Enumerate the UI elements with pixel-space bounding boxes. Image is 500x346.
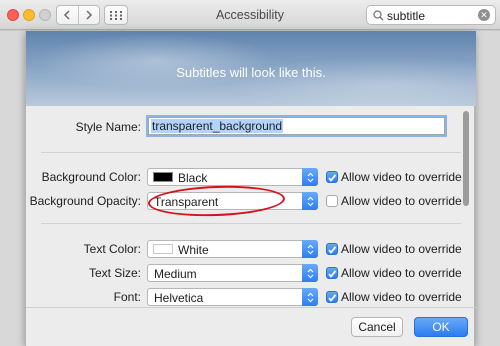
background-opacity-label: Background Opacity: (29, 194, 141, 208)
color-swatch (153, 172, 173, 182)
background-color-label: Background Color: (41, 170, 141, 184)
footer-divider (26, 307, 476, 308)
subtitle-preview: Subtitles will look like this. (26, 31, 476, 106)
popup-arrows-icon (302, 240, 318, 258)
text-color-override-label[interactable]: Allow video to override (341, 242, 462, 256)
background-opacity-popup[interactable]: Transparent (147, 192, 318, 210)
color-swatch (153, 244, 173, 254)
font-popup[interactable]: Helvetica (147, 288, 318, 306)
popup-arrows-icon (302, 168, 318, 186)
checkmark-icon (328, 246, 337, 254)
background-color-override-checkbox[interactable] (326, 171, 338, 183)
divider (41, 152, 461, 153)
font-override-checkbox[interactable] (326, 291, 338, 303)
popup-arrows-icon (302, 264, 318, 282)
text-color-value: White (178, 243, 209, 257)
text-size-override-label[interactable]: Allow video to override (341, 266, 462, 280)
font-override-label[interactable]: Allow video to override (341, 290, 462, 304)
popup-arrows-icon (302, 288, 318, 306)
background-color-popup[interactable]: Black (147, 168, 318, 186)
background-window (475, 31, 500, 346)
font-label: Font: (113, 290, 141, 304)
style-name-field[interactable]: transparent_background (148, 117, 445, 135)
style-name-label: Style Name: (75, 120, 141, 134)
background-color-override-label[interactable]: Allow video to override (341, 170, 462, 184)
text-color-override-checkbox[interactable] (326, 243, 338, 255)
text-color-label: Text Color: (83, 242, 141, 256)
text-size-value: Medium (154, 267, 197, 281)
subtitle-style-sheet: Subtitles will look like this. Style Nam… (25, 31, 476, 346)
divider (41, 223, 461, 224)
background-opacity-override-checkbox[interactable] (326, 195, 338, 207)
clear-search-icon[interactable]: ✕ (478, 9, 490, 21)
text-color-popup[interactable]: White (147, 240, 318, 258)
font-value: Helvetica (154, 291, 204, 305)
checkmark-icon (328, 270, 337, 278)
background-window (0, 31, 25, 346)
text-size-override-checkbox[interactable] (326, 267, 338, 279)
background-color-value: Black (178, 171, 208, 185)
search-icon (373, 10, 384, 21)
preview-text: Subtitles will look like this. (176, 65, 326, 80)
style-name-value: transparent_background (151, 119, 284, 133)
ok-button[interactable]: OK (414, 317, 468, 337)
checkmark-icon (328, 174, 337, 182)
window-titlebar: Accessibility subtitle ✕ (0, 0, 500, 30)
checkmark-icon (328, 294, 337, 302)
background-opacity-value: Transparent (154, 195, 219, 209)
scrollbar-thumb[interactable] (463, 111, 469, 206)
background-opacity-override-label[interactable]: Allow video to override (341, 194, 462, 208)
search-query: subtitle (387, 9, 426, 23)
popup-arrows-icon (302, 192, 318, 210)
text-size-label: Text Size: (88, 266, 141, 280)
cancel-button[interactable]: Cancel (351, 317, 403, 337)
text-size-popup[interactable]: Medium (147, 264, 318, 282)
search-field[interactable]: subtitle ✕ (366, 5, 496, 25)
